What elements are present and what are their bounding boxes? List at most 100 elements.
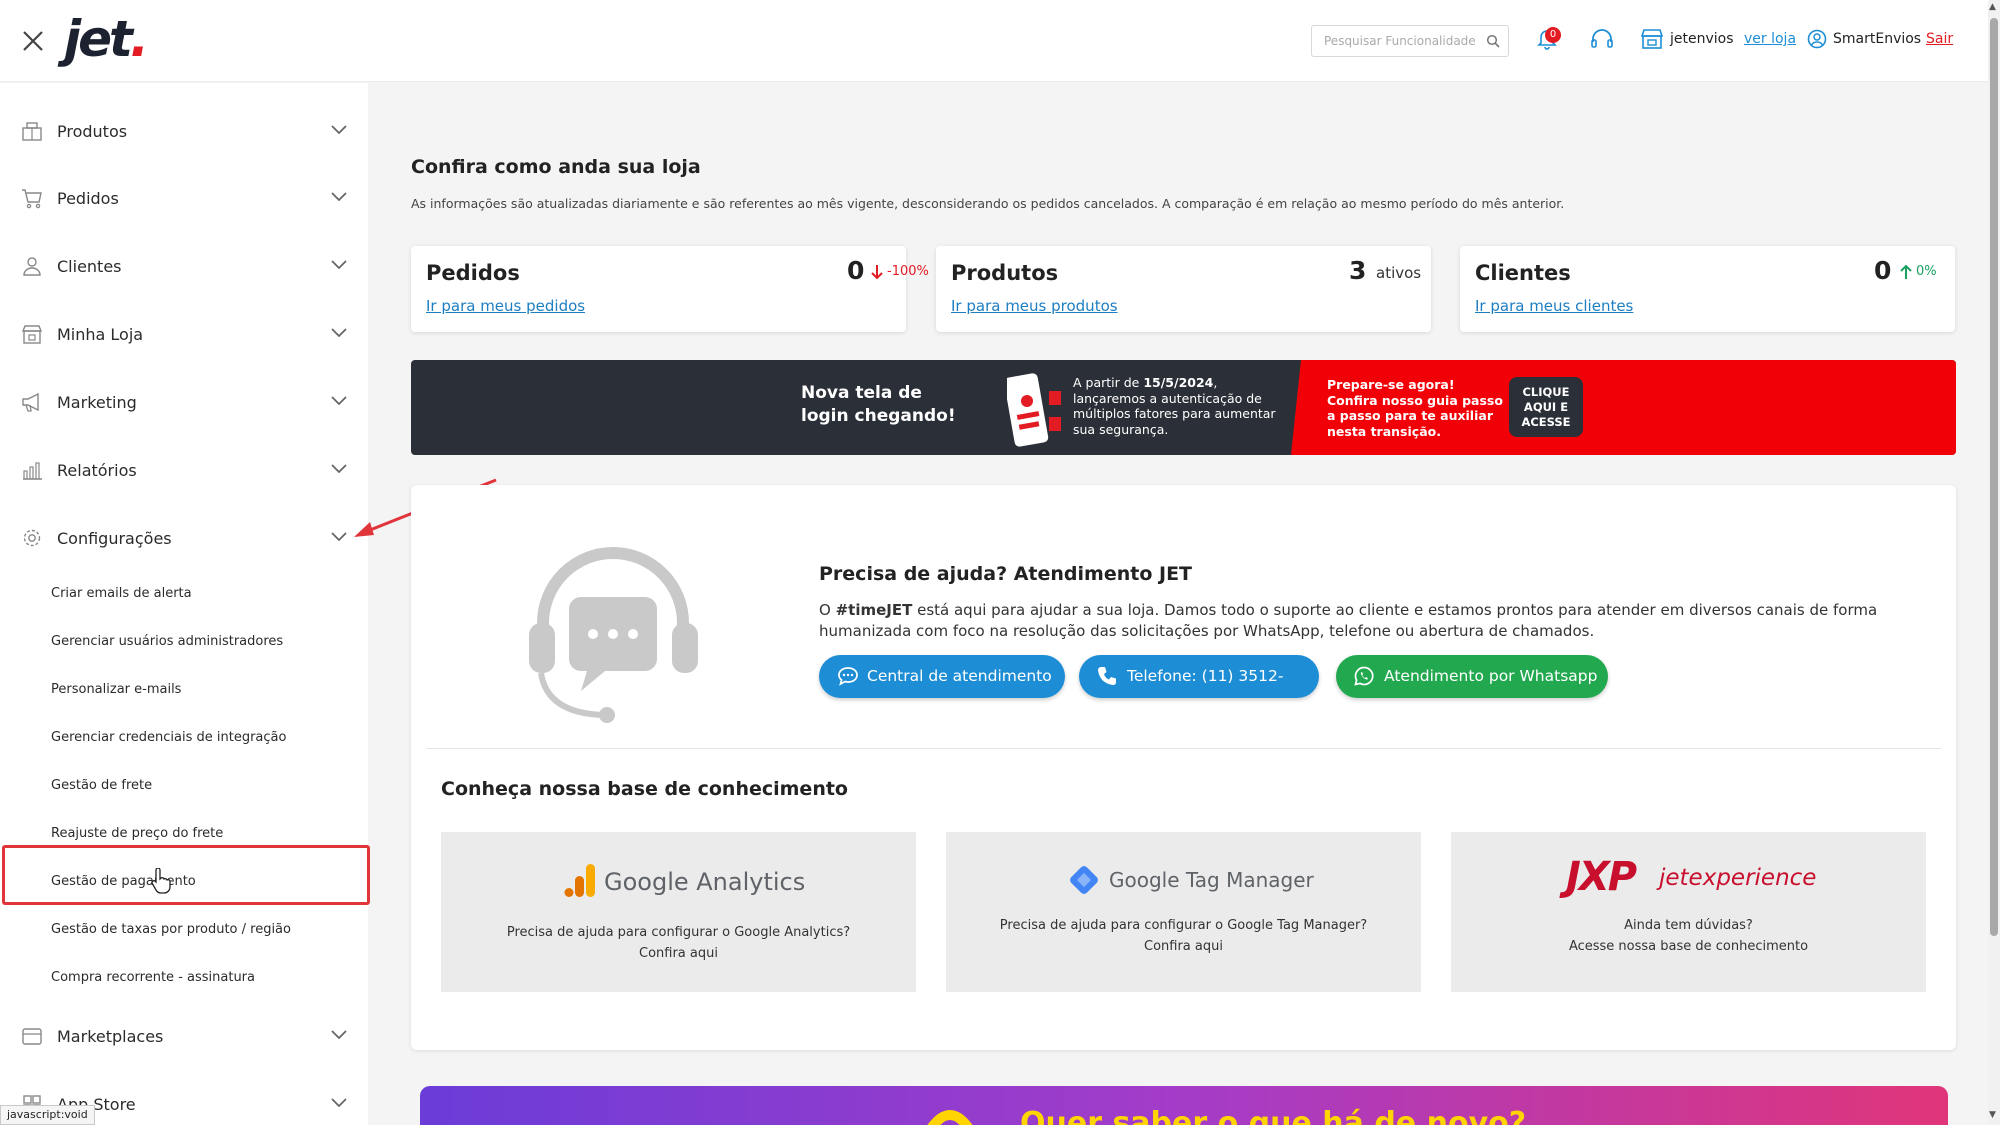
sidebar-item-marketplaces[interactable]: Marketplaces — [0, 1011, 368, 1061]
kb-text-line2: Acesse nossa base de conhecimento — [1568, 939, 1809, 954]
kb-brand: Google Analytics — [604, 868, 806, 896]
store-icon — [21, 325, 43, 344]
kb-text-line2: Confira aqui — [639, 946, 718, 961]
megaphone-icon — [22, 392, 39, 412]
sidebar-item-produtos[interactable]: Produtos — [0, 106, 368, 156]
logout-link[interactable]: Sair — [1926, 31, 1953, 47]
mfa-banner[interactable]: Nova tela de login chegando! A partir de… — [411, 360, 1956, 455]
google-analytics-logo-icon — [564, 864, 595, 897]
view-store-link[interactable]: ver loja — [1744, 31, 1796, 47]
stat-card-produtos: Produtos 3 ativos Ir para meus produtos — [936, 246, 1431, 332]
scroll-down-icon[interactable]: ▼ — [1989, 1110, 1996, 1120]
help-body: O #timeJET está aqui para ajudar a sua l… — [819, 601, 1878, 640]
knowledge-title: Conheça nossa base de conhecimento — [441, 778, 848, 800]
close-icon[interactable] — [20, 28, 46, 54]
sidebar-item-label: Minha Loja — [57, 325, 144, 344]
central-atendimento-button[interactable]: Central de atendimento — [819, 655, 1065, 698]
user-icon — [1807, 29, 1827, 49]
banner-text: A partir de 15/5/2024, lançaremos a aute… — [1073, 375, 1276, 437]
kb-text-line1: Precisa de ajuda para configurar o Googl… — [506, 925, 851, 940]
kb-card-google-analytics[interactable]: Google Analytics Precisa de ajuda para c… — [441, 832, 916, 992]
stat-change: 0% — [1916, 264, 1937, 279]
chevron-down-icon[interactable] — [330, 124, 348, 136]
stat-link-clientes[interactable]: Ir para meus clientes — [1475, 297, 1633, 315]
stat-change: -100% — [887, 264, 929, 279]
search-icon[interactable] — [1486, 34, 1500, 48]
jxp-logo: JXP — [1566, 854, 1637, 900]
store-icon — [1640, 29, 1664, 49]
chevron-down-icon[interactable] — [330, 463, 348, 475]
submenu-item-personalizar-emails[interactable]: Personalizar e-mails — [51, 682, 181, 697]
kb-card-google-tag-manager[interactable]: Google Tag Manager Precisa de ajuda para… — [946, 832, 1421, 992]
sidebar-item-clientes[interactable]: Clientes — [0, 241, 368, 291]
page-scrollbar[interactable]: ▲ ▼ — [1988, 0, 2000, 1125]
box-icon — [22, 122, 42, 141]
banner-cta-button[interactable]: CLIQUE AQUI E ACESSE — [1509, 377, 1583, 437]
stat-title: Clientes — [1475, 261, 1571, 285]
chevron-down-icon[interactable] — [330, 395, 348, 407]
sidebar-item-minha-loja[interactable]: Minha Loja — [0, 309, 368, 359]
banner-heading: Nova tela de login chegando! — [801, 383, 956, 426]
page-title: Confira como anda sua loja — [411, 156, 701, 178]
search-input[interactable] — [1312, 26, 1477, 56]
chat-icon — [838, 667, 858, 686]
submenu-item-gestao-taxas[interactable]: Gestão de taxas por produto / região — [51, 922, 291, 937]
sidebar-item-configuracoes[interactable]: Configurações — [0, 513, 368, 563]
submenu-item-credenciais[interactable]: Gerenciar credenciais de integração — [51, 730, 286, 745]
banner-red-text: Prepare-se agora! Confira nosso guia pas… — [1327, 377, 1503, 439]
scroll-up-icon[interactable]: ▲ — [1989, 2, 1996, 12]
highlight-box — [2, 845, 370, 905]
whatsapp-button[interactable]: Atendimento por Whatsapp — [1336, 655, 1608, 698]
stat-card-clientes: Clientes 0 0% Ir para meus clientes — [1460, 246, 1955, 332]
stat-value: 0 — [1874, 256, 1892, 285]
help-card: Precisa de ajuda? Atendimento JET O #tim… — [411, 485, 1956, 1050]
kb-text-line1: Precisa de ajuda para configurar o Googl… — [999, 918, 1368, 933]
scrollbar-thumb[interactable] — [1990, 18, 1998, 936]
kb-text-line2: Confira aqui — [1144, 939, 1223, 954]
sidebar-item-relatorios[interactable]: Relatórios — [0, 445, 368, 495]
submenu-item-gestao-frete[interactable]: Gestão de frete — [51, 778, 152, 793]
jet-logo[interactable]: jet. — [64, 10, 149, 68]
megaphone-icon — [927, 1110, 973, 1125]
chevron-down-icon[interactable] — [330, 531, 348, 543]
stat-title: Pedidos — [426, 261, 520, 285]
headset-icon[interactable] — [1590, 28, 1614, 50]
main-content: Confira como anda sua loja As informaçõe… — [368, 83, 1988, 1125]
chevron-down-icon[interactable] — [330, 191, 348, 203]
sidebar: Produtos Pedidos Clientes Minha Loja Mar… — [0, 83, 370, 1125]
sidebar-item-label: Clientes — [57, 257, 122, 276]
hand-cursor-icon — [151, 868, 171, 894]
stat-link-produtos[interactable]: Ir para meus produtos — [951, 297, 1118, 315]
person-icon — [23, 257, 41, 276]
google-tag-manager-logo-icon — [1070, 866, 1098, 894]
sidebar-item-label: Marketplaces — [57, 1027, 164, 1046]
phone-security-icon — [1007, 373, 1061, 447]
help-title: Precisa de ajuda? Atendimento JET — [819, 563, 1193, 585]
cart-icon — [22, 189, 42, 209]
sidebar-item-pedidos[interactable]: Pedidos — [0, 173, 368, 223]
chevron-down-icon[interactable] — [330, 1029, 348, 1041]
whats-new-promo[interactable]: Quer saber o que há de novo? — [420, 1086, 1948, 1125]
user-name: SmartEnvios — [1833, 31, 1922, 47]
support-headset-icon — [529, 547, 698, 723]
submenu-item-compra-recorrente[interactable]: Compra recorrente - assinatura — [51, 970, 255, 985]
stat-link-pedidos[interactable]: Ir para meus pedidos — [426, 297, 585, 315]
chevron-down-icon[interactable] — [330, 1097, 348, 1109]
stat-value: 0 — [847, 256, 865, 285]
chevron-down-icon[interactable] — [330, 259, 348, 271]
sidebar-item-label: Relatórios — [57, 461, 137, 480]
submenu-item-criar-emails[interactable]: Criar emails de alerta — [51, 586, 192, 601]
whatsapp-icon — [1354, 666, 1374, 686]
submenu-item-gerenciar-usuarios[interactable]: Gerenciar usuários administradores — [51, 634, 283, 649]
gear-icon — [23, 529, 41, 547]
store-name: jetenvios — [1670, 31, 1734, 47]
telefone-button[interactable]: Telefone: (11) 3512-9880 — [1079, 655, 1319, 728]
chevron-down-icon[interactable] — [330, 327, 348, 339]
promo-text: Quer saber o que há de novo? — [1020, 1106, 1527, 1125]
sidebar-item-label: Pedidos — [57, 189, 119, 208]
kb-card-jetexperience[interactable]: JXP jetexperience Ainda tem dúvidas? Ace… — [1451, 832, 1926, 992]
submenu-item-reajuste-frete[interactable]: Reajuste de preço do frete — [51, 826, 223, 841]
sidebar-item-label: Produtos — [57, 122, 128, 141]
button-label: Atendimento por Whatsapp — [1384, 667, 1598, 685]
sidebar-item-marketing[interactable]: Marketing — [0, 377, 368, 427]
